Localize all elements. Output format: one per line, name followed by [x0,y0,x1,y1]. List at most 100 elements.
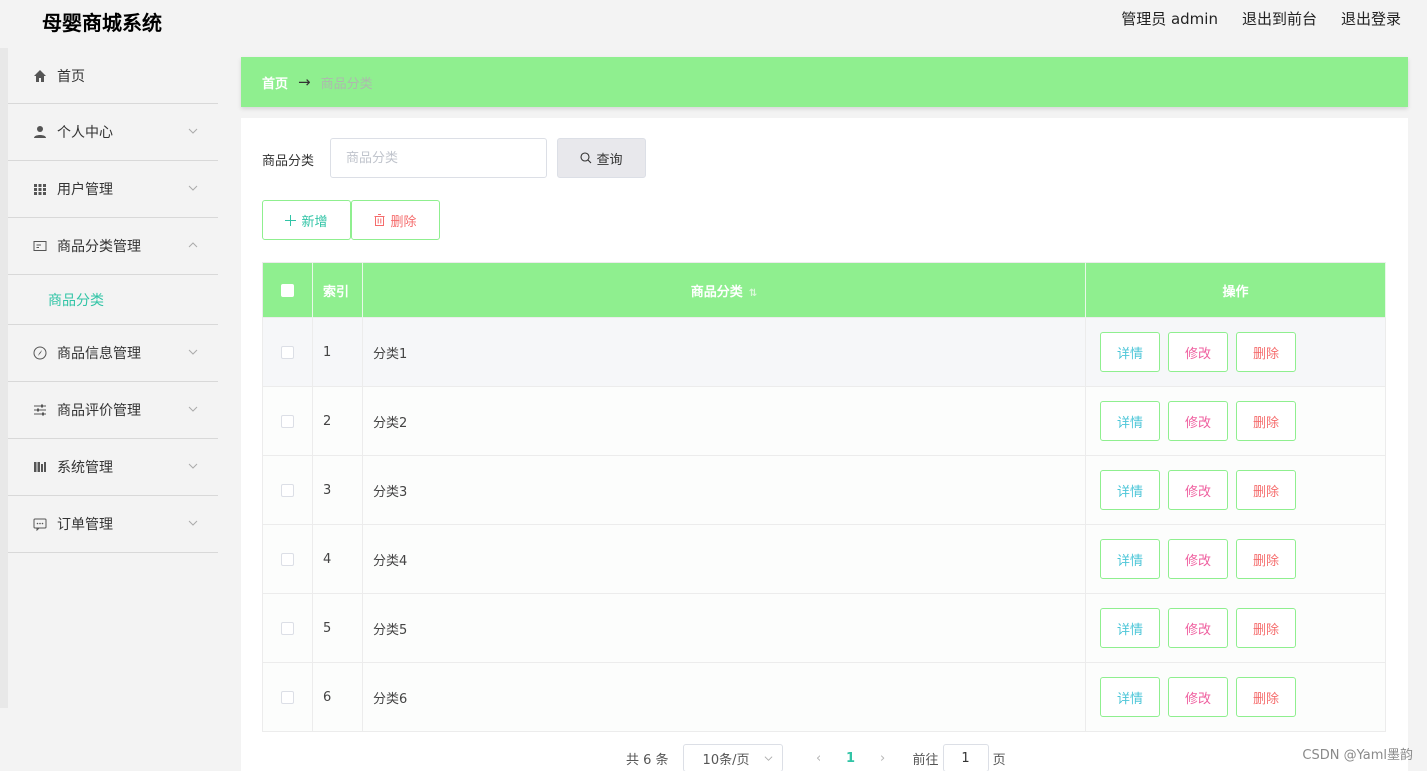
row-check-cell [262,524,313,594]
row-ops: 详情 修改 删除 [1085,317,1386,387]
batch-delete-button[interactable]: 删除 [351,200,440,240]
delete-button[interactable]: 删除 [1236,470,1296,510]
row-checkbox[interactable] [281,690,294,704]
detail-button[interactable]: 详情 [1100,470,1160,510]
sidebar-item-product-review[interactable]: 商品评价管理 [8,382,218,439]
grid-icon [32,181,48,197]
detail-button[interactable]: 详情 [1100,332,1160,372]
sidebar-item-label: 商品分类管理 [57,239,141,255]
page-size-select[interactable]: 10条/页 [682,744,783,771]
delete-button[interactable]: 删除 [1236,401,1296,441]
next-page-button[interactable]: › [869,751,897,766]
search-label: 商品分类 [262,154,315,169]
search-button[interactable]: 查询 [557,138,646,178]
sidebar-menu: 首页 个人中心 用户管理 商品分类管理 商品分类 商品信息管理 商品评价管理 系… [8,48,218,771]
row-index: 3 [312,455,363,525]
breadcrumb: 首页 → 商品分类 [241,57,1408,107]
submenu-item-label: 商品分类 [48,292,104,309]
search-button-label: 查询 [596,152,623,168]
sidebar-item-system-management[interactable]: 系统管理 [8,439,218,496]
header-ops: 操作 [1085,262,1386,318]
sidebar-item-label: 商品评价管理 [57,403,141,419]
chevron-down-icon [188,463,198,469]
watermark: CSDN @Yaml墨韵 [1302,748,1413,763]
row-checkbox[interactable] [281,621,294,635]
detail-button[interactable]: 详情 [1100,401,1160,441]
add-button-label: 新增 [301,214,328,230]
header-category-label: 商品分类 [690,284,743,300]
chevron-down-icon [188,185,198,191]
chevron-down-icon [188,406,198,412]
pagination: 共 6 条 10条/页 ‹ 1 › 前往 页 [626,744,1006,771]
row-ops: 详情 修改 删除 [1085,386,1386,456]
edit-button[interactable]: 修改 [1168,677,1228,717]
logout-link[interactable]: 退出登录 [1341,8,1401,29]
exit-to-front-link[interactable]: 退出到前台 [1242,8,1317,29]
row-check-cell [262,317,313,387]
detail-button[interactable]: 详情 [1100,539,1160,579]
home-icon [32,68,48,84]
submenu-item-category[interactable]: 商品分类 [8,275,218,325]
sidebar-item-category-management[interactable]: 商品分类管理 [8,218,218,275]
row-checkbox[interactable] [281,345,294,359]
add-button[interactable]: 新增 [262,200,351,240]
breadcrumb-home-link[interactable]: 首页 [262,73,288,92]
pagination-total: 共 6 条 [626,752,669,768]
goto-page-input[interactable] [942,744,989,771]
edit-button[interactable]: 修改 [1168,401,1228,441]
category-table: 索引 商品分类 ⇅ 操作 1 分类1 详情 修改 删除 2 分类2 详情 修改 … [262,262,1386,732]
row-index: 4 [312,524,363,594]
breadcrumb-arrow-icon: → [298,73,311,91]
prev-page-button[interactable]: ‹ [805,751,833,766]
sidebar-item-product-info[interactable]: 商品信息管理 [8,325,218,382]
delete-button[interactable]: 删除 [1236,608,1296,648]
chevron-down-icon [188,128,198,134]
plus-icon [285,214,297,226]
row-index: 6 [312,662,363,732]
sidebar-item-personal-center[interactable]: 个人中心 [8,104,218,161]
row-checkbox[interactable] [281,414,294,428]
category-search-input[interactable] [330,138,547,178]
sidebar-item-label: 订单管理 [57,517,113,533]
delete-button[interactable]: 删除 [1236,332,1296,372]
user-icon [32,124,48,140]
delete-button[interactable]: 删除 [1236,677,1296,717]
table-row: 4 分类4 详情 修改 删除 [262,524,1386,594]
admin-user-label[interactable]: 管理员 admin [1121,8,1218,29]
header-actions: 管理员 admin 退出到前台 退出登录 [1121,8,1401,29]
select-all-checkbox[interactable] [281,283,294,297]
row-ops: 详情 修改 删除 [1085,662,1386,732]
sidebar-item-label: 系统管理 [57,460,113,476]
detail-button[interactable]: 详情 [1100,677,1160,717]
page-number-current[interactable]: 1 [833,751,869,766]
edit-button[interactable]: 修改 [1168,608,1228,648]
row-checkbox[interactable] [281,483,294,497]
table-row: 6 分类6 详情 修改 删除 [262,662,1386,732]
sidebar-item-home[interactable]: 首页 [8,48,218,104]
row-check-cell [262,386,313,456]
delete-button[interactable]: 删除 [1236,539,1296,579]
app-logo-title: 母婴商城系统 [42,11,162,35]
edit-button[interactable]: 修改 [1168,470,1228,510]
detail-button[interactable]: 详情 [1100,608,1160,648]
row-category-name: 分类3 [362,455,1086,525]
sidebar-item-label: 商品信息管理 [57,346,141,362]
header-category[interactable]: 商品分类 ⇅ [362,262,1086,318]
table-row: 2 分类2 详情 修改 删除 [262,386,1386,456]
sidebar-item-label: 用户管理 [57,182,113,198]
row-ops: 详情 修改 删除 [1085,593,1386,663]
sort-icon[interactable]: ⇅ [749,288,757,299]
sidebar-item-order-management[interactable]: 订单管理 [8,496,218,553]
row-category-name: 分类2 [362,386,1086,456]
left-edge-strip [0,48,8,708]
row-category-name: 分类4 [362,524,1086,594]
edit-button[interactable]: 修改 [1168,332,1228,372]
edit-button[interactable]: 修改 [1168,539,1228,579]
header-select-all[interactable] [262,262,313,318]
chevron-down-icon [764,756,772,761]
row-checkbox[interactable] [281,552,294,566]
table-row: 3 分类3 详情 修改 删除 [262,455,1386,525]
sidebar-item-label: 个人中心 [57,125,113,141]
sidebar-item-user-management[interactable]: 用户管理 [8,161,218,218]
card-icon [32,238,48,254]
